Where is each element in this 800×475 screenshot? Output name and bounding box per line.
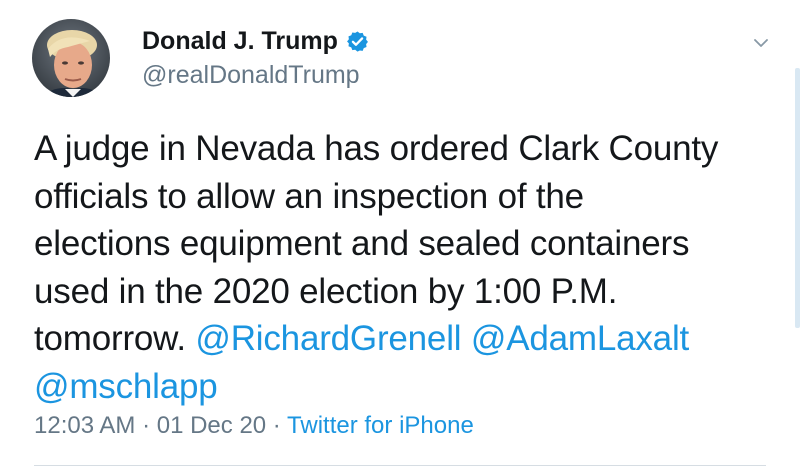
mention-link[interactable]: @mschlapp (34, 367, 218, 406)
tweet-source-link[interactable]: Twitter for iPhone (287, 412, 474, 439)
author-name-row[interactable]: Donald J. Trump (142, 24, 369, 58)
author-handle[interactable]: @realDonaldTrump (142, 61, 360, 90)
author-display-name[interactable]: Donald J. Trump (142, 27, 338, 56)
avatar[interactable] (32, 19, 110, 97)
tweet-metadata: 12:03 AM · 01 Dec 20 · Twitter for iPhon… (34, 412, 474, 440)
meta-separator: · (135, 412, 157, 439)
tweet-text-line: A judge in Nevada has ordered Clark Coun… (34, 129, 719, 168)
chevron-down-icon[interactable] (752, 36, 770, 50)
tweet-text-line: @mschlapp (34, 363, 784, 411)
tweet-text-line: tomorrow. @RichardGrenell @AdamLaxalt (34, 315, 784, 363)
tweet-date[interactable]: 01 Dec 20 (157, 412, 266, 439)
mention-link[interactable]: @AdamLaxalt (471, 319, 689, 358)
tweet-time[interactable]: 12:03 AM (34, 412, 135, 439)
tweet-text-fragment: tomorrow. (34, 319, 196, 358)
divider (34, 465, 766, 466)
avatar-image (32, 19, 110, 97)
scrollbar[interactable] (795, 68, 800, 328)
tweet-card[interactable]: Donald J. Trump @realDonaldTrump A judge… (0, 0, 800, 475)
mention-link[interactable]: @RichardGrenell (195, 319, 461, 358)
tweet-text-line: elections equipment and sealed container… (34, 224, 690, 263)
tweet-text-line: officials to allow an inspection of the (34, 176, 584, 216)
verified-badge-icon (346, 30, 369, 53)
tweet-text-line: used in the 2020 election by 1:00 P.M. (34, 271, 618, 311)
meta-separator: · (266, 412, 288, 439)
tweet-text: A judge in Nevada has ordered Clark Coun… (34, 125, 784, 410)
